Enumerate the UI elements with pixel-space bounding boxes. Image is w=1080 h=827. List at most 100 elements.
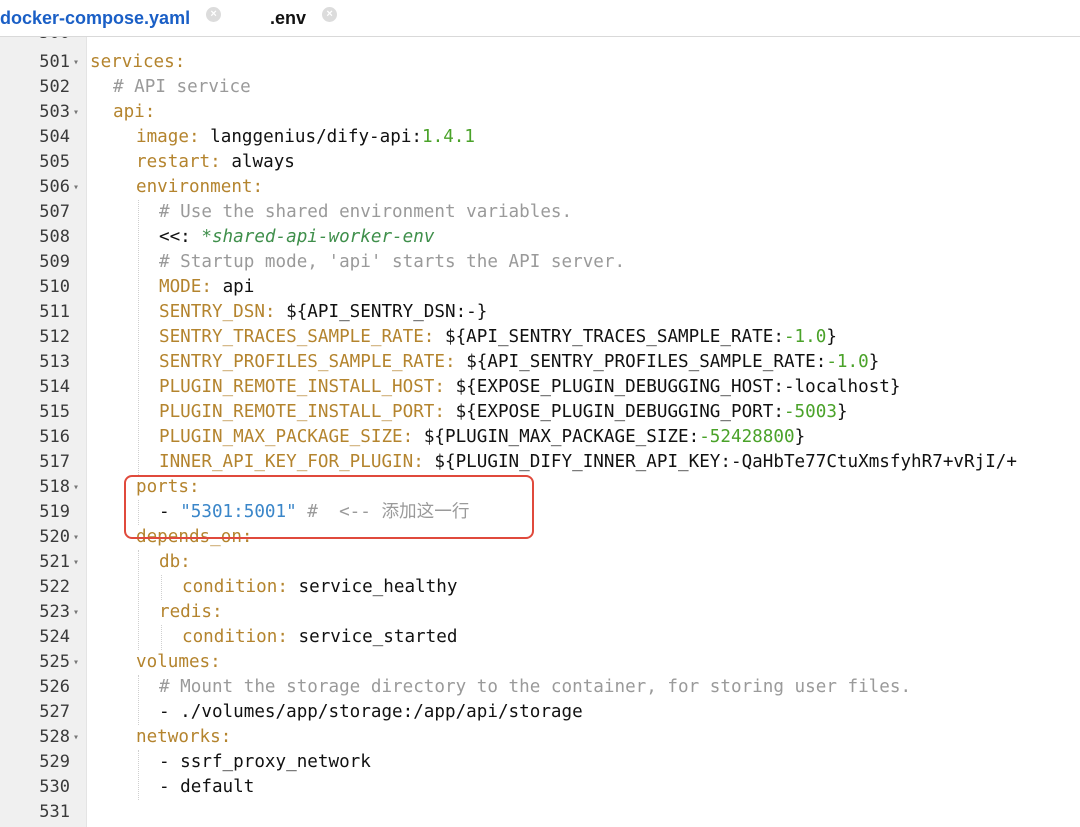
code-token: SENTRY_DSN: <box>159 302 287 322</box>
code-line: 510 MODE: api <box>0 275 1080 300</box>
line-number: 513 <box>39 352 70 372</box>
code-text: SENTRY_DSN: ${API_SENTRY_DSN:-} <box>159 300 487 325</box>
line-number: 524 <box>39 627 70 647</box>
code-token: 1.4.1 <box>422 127 475 147</box>
code-text: image: langgenius/dify-api:1.4.1 <box>136 125 475 150</box>
code-text: db: <box>159 550 191 575</box>
code-text: depends_on: <box>136 525 253 550</box>
code-text: networks: <box>136 725 231 750</box>
line-number: 511 <box>39 302 70 322</box>
code-token: api: <box>113 102 156 122</box>
code-token: PLUGIN_MAX_PACKAGE_SIZE: <box>159 427 424 447</box>
code-token: ${EXPOSE_PLUGIN_DEBUGGING_HOST:-localhos… <box>455 377 901 397</box>
code-line: 509 # Startup mode, 'api' starts the API … <box>0 250 1080 275</box>
code-token: depends_on: <box>136 527 253 547</box>
code-line: 507 # Use the shared environment variable… <box>0 200 1080 225</box>
code-token: environment: <box>136 177 264 197</box>
code-token: ${PLUGIN_DIFY_INNER_API_KEY:-QaHbTe77Ctu… <box>434 452 1017 472</box>
fold-chevron-icon[interactable]: ▾ <box>73 725 83 750</box>
code-token: - default <box>159 777 255 797</box>
code-text: PLUGIN_REMOTE_INSTALL_PORT: ${EXPOSE_PLU… <box>159 400 848 425</box>
line-number: 520 <box>39 527 70 547</box>
code-line: 525 ▾ volumes: <box>0 650 1080 675</box>
code-token: api <box>222 277 255 297</box>
indent-guide <box>138 200 139 475</box>
code-text: - ssrf_proxy_network <box>159 750 371 775</box>
code-token: } <box>868 352 880 372</box>
code-line: 529 - ssrf_proxy_network <box>0 750 1080 775</box>
code-token: -1.0 <box>783 327 827 347</box>
code-line: 504 image: langgenius/dify-api:1.4.1 <box>0 125 1080 150</box>
code-line: 512 SENTRY_TRACES_SAMPLE_RATE: ${API_SENT… <box>0 325 1080 350</box>
tab-label: .env <box>270 7 307 28</box>
close-icon[interactable]: × <box>206 6 222 22</box>
code-line: 515 PLUGIN_REMOTE_INSTALL_PORT: ${EXPOSE_… <box>0 400 1080 425</box>
code-token: } <box>836 402 848 422</box>
line-number: 510 <box>39 277 70 297</box>
line-number: 514 <box>39 377 70 397</box>
code-token: ${API_SENTRY_TRACES_SAMPLE_RATE: <box>445 327 784 347</box>
code-token: INNER_API_KEY_FOR_PLUGIN: <box>159 452 435 472</box>
code-text: MODE: api <box>159 275 254 300</box>
code-token: redis: <box>159 602 223 622</box>
fold-chevron-icon[interactable]: ▾ <box>73 175 83 200</box>
code-text: # Mount the storage directory to the con… <box>159 675 911 700</box>
code-token: PLUGIN_REMOTE_INSTALL_PORT: <box>159 402 456 422</box>
code-line: 501 ▾ services: <box>0 50 1080 75</box>
code-line: 524 condition: service_started <box>0 625 1080 650</box>
code-token: } <box>794 427 806 447</box>
line-number: 529 <box>39 752 70 772</box>
code-editor[interactable]: 500 501▾services:502# API service503▾api… <box>0 37 1080 827</box>
line-number: 506 <box>39 177 70 197</box>
code-line: 505 restart: always <box>0 150 1080 175</box>
code-line: 508 <<: *shared-api-worker-env <box>0 225 1080 250</box>
code-token: -1.0 <box>826 352 869 372</box>
code-line: 511 SENTRY_DSN: ${API_SENTRY_DSN:-} <box>0 300 1080 325</box>
code-token: # API service <box>113 77 251 97</box>
code-token: } <box>826 327 837 347</box>
fold-chevron-icon[interactable]: ▾ <box>73 525 83 550</box>
line-number: 516 <box>39 427 70 447</box>
close-icon[interactable]: × <box>322 6 338 22</box>
code-line: 522 condition: service_healthy <box>0 575 1080 600</box>
tab-bar: docker-compose.yaml × .env × <box>0 0 1080 37</box>
line-number: 503 <box>39 102 70 122</box>
fold-chevron-icon[interactable]: ▾ <box>73 50 83 75</box>
code-line-partial: 500 <box>0 37 1080 46</box>
tab-env[interactable]: .env × <box>270 6 338 30</box>
code-text: volumes: <box>136 650 221 675</box>
code-token: - ./volumes/app/storage:/app/api/storage <box>159 702 583 722</box>
code-token: ${API_SENTRY_DSN:-} <box>286 302 488 322</box>
code-line: 523 ▾ redis: <box>0 600 1080 625</box>
fold-chevron-icon[interactable]: ▾ <box>73 475 83 500</box>
fold-chevron-icon[interactable]: ▾ <box>73 600 83 625</box>
code-line: 531 <box>0 800 1080 825</box>
indent-guide <box>138 750 139 800</box>
line-number: 502 <box>39 77 70 97</box>
code-token: -5003 <box>783 402 837 422</box>
indent-guide <box>161 575 162 600</box>
fold-chevron-icon[interactable]: ▾ <box>73 550 83 575</box>
indent-guide <box>138 675 139 725</box>
code-text: ports: <box>136 475 200 500</box>
code-token: # <-- 添加这一行 <box>296 502 470 522</box>
code-text: redis: <box>159 600 223 625</box>
code-text: services: <box>90 50 185 75</box>
code-token: condition: <box>182 627 299 647</box>
code-token: SENTRY_PROFILES_SAMPLE_RATE: <box>159 352 467 372</box>
code-line: 514 PLUGIN_REMOTE_INSTALL_HOST: ${EXPOSE_… <box>0 375 1080 400</box>
tab-docker-compose[interactable]: docker-compose.yaml × <box>0 6 222 30</box>
code-token: services: <box>90 52 186 72</box>
tab-label: docker-compose.yaml <box>0 7 191 28</box>
code-text: - "5301:5001" # <-- 添加这一行 <box>159 500 469 525</box>
fold-chevron-icon[interactable]: ▾ <box>73 650 83 675</box>
code-line: 513 SENTRY_PROFILES_SAMPLE_RATE: ${API_SE… <box>0 350 1080 375</box>
code-token: image: <box>136 127 211 147</box>
code-token: ${PLUGIN_MAX_PACKAGE_SIZE: <box>423 427 700 447</box>
fold-chevron-icon[interactable]: ▾ <box>73 100 83 125</box>
code-text: SENTRY_PROFILES_SAMPLE_RATE: ${API_SENTR… <box>159 350 879 375</box>
line-number: 512 <box>39 327 70 347</box>
line-number: 526 <box>39 677 70 697</box>
line-number: 518 <box>39 477 70 497</box>
code-token: -52428800 <box>699 427 795 447</box>
